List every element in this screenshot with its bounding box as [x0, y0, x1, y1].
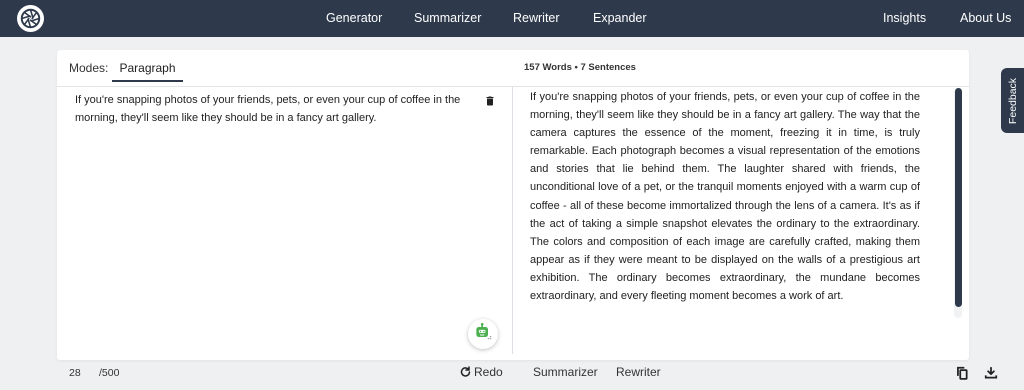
editor-header: Modes: Paragraph 157 Words • 7 Sentences: [57, 50, 969, 87]
char-count: 28: [69, 367, 81, 379]
output-pane: If you're snapping photos of your friend…: [513, 87, 998, 380]
nav-about-us[interactable]: About Us: [960, 0, 1011, 37]
redo-icon: [459, 365, 471, 380]
mode-tab-paragraph[interactable]: Paragraph: [112, 60, 183, 82]
nav-expander[interactable]: Expander: [593, 0, 647, 37]
shutter-logo-icon[interactable]: [17, 5, 44, 32]
char-limit: /500: [99, 367, 120, 379]
redo-label: Redo: [474, 365, 503, 379]
input-pane[interactable]: If you're snapping photos of your friend…: [57, 87, 512, 379]
scrollbar-thumb[interactable]: [955, 88, 962, 307]
output-tab-rewriter[interactable]: Rewriter: [616, 365, 661, 379]
trash-icon[interactable]: [484, 94, 496, 106]
robot-assistant-button[interactable]: [468, 319, 498, 349]
nav-generator[interactable]: Generator: [326, 0, 382, 37]
copy-icon[interactable]: [955, 366, 969, 380]
nav-insights[interactable]: Insights: [883, 0, 926, 37]
output-text: If you're snapping photos of your friend…: [530, 91, 920, 303]
word-sentence-stats: 157 Words • 7 Sentences: [524, 62, 636, 73]
output-scroll-area[interactable]: If you're snapping photos of your friend…: [530, 88, 920, 317]
nav-rewriter[interactable]: Rewriter: [513, 0, 560, 37]
nav-summarizer[interactable]: Summarizer: [414, 0, 481, 37]
robot-assistant-icon: [473, 322, 493, 347]
editor-card: Modes: Paragraph 157 Words • 7 Sentences…: [57, 50, 998, 380]
feedback-tab[interactable]: Feedback: [1001, 68, 1024, 133]
modes-label: Modes:: [69, 61, 109, 75]
download-icon[interactable]: [984, 366, 998, 380]
redo-button[interactable]: Redo: [459, 364, 503, 380]
feedback-label: Feedback: [1006, 77, 1019, 124]
top-navbar: Generator Summarizer Rewriter Expander I…: [0, 0, 1024, 37]
output-tab-summarizer[interactable]: Summarizer: [533, 365, 598, 379]
input-text-area[interactable]: If you're snapping photos of your friend…: [75, 91, 475, 127]
